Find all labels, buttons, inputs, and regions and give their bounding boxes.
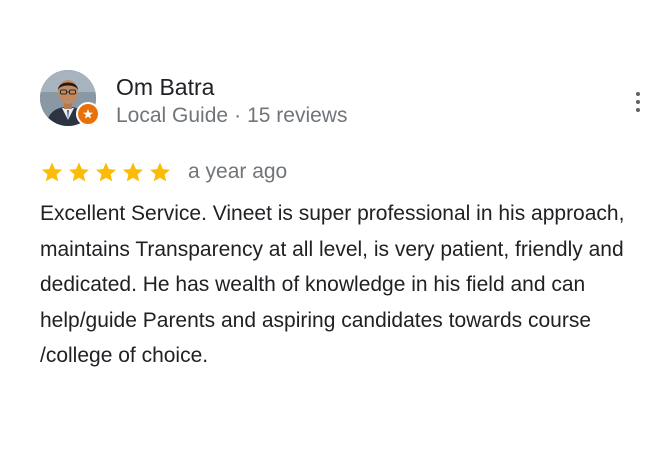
star-icon xyxy=(42,162,62,182)
review-card: Om Batra Local Guide · 15 reviews a year a… xyxy=(0,0,664,468)
review-count: 15 reviews xyxy=(247,104,348,127)
local-guide-badge-icon xyxy=(76,102,100,126)
reviewer-meta: Local Guide · 15 reviews xyxy=(116,103,347,129)
more-options-button[interactable] xyxy=(626,86,650,118)
star-icon xyxy=(150,162,170,182)
reviewer-avatar-container[interactable] xyxy=(40,70,100,126)
meta-separator: · xyxy=(234,104,242,127)
review-text: Excellent Service. Vineet is super profe… xyxy=(40,202,625,367)
star-rating xyxy=(40,160,172,184)
reviewer-role: Local Guide xyxy=(116,104,229,127)
star-icon xyxy=(96,162,116,182)
reviewer-name[interactable]: Om Batra xyxy=(116,73,214,101)
rating-row: a year ago xyxy=(40,158,287,186)
star-icon xyxy=(69,162,89,182)
review-time: a year ago xyxy=(188,160,288,183)
more-vert-icon xyxy=(636,92,640,96)
star-icon xyxy=(123,162,143,182)
